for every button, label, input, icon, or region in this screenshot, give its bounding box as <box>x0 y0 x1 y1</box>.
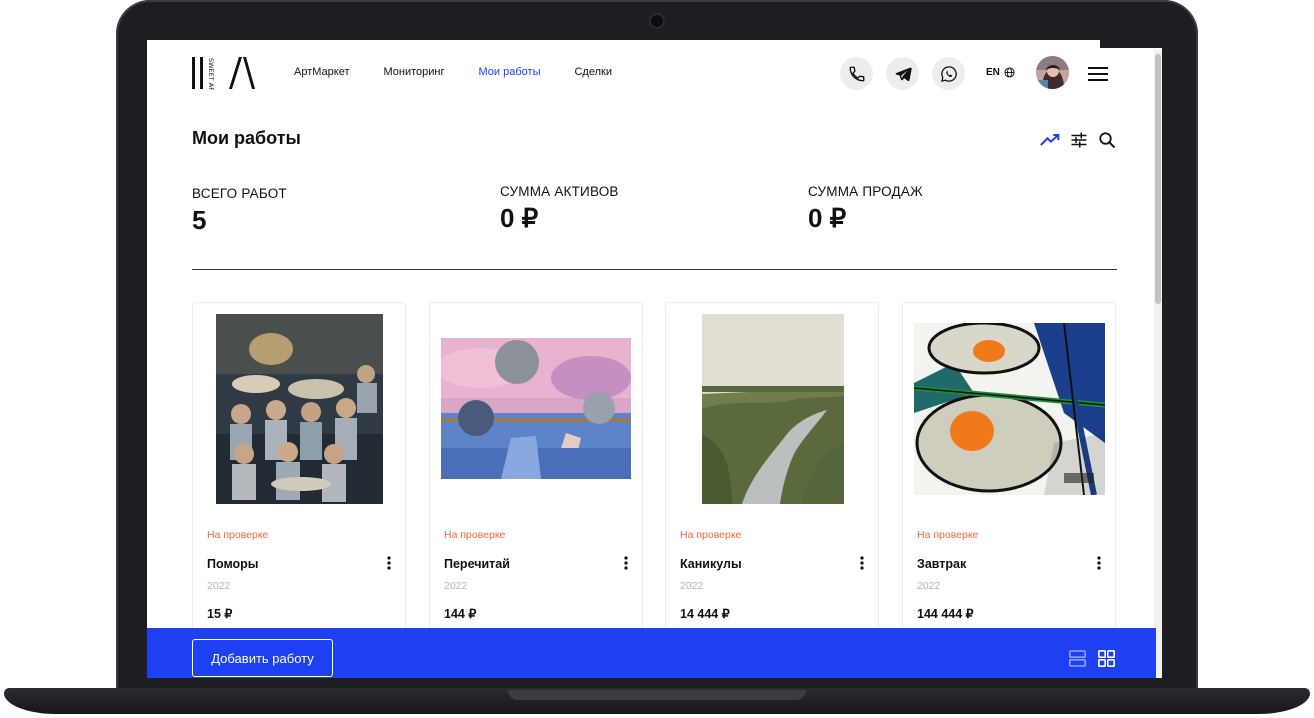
phone-button[interactable] <box>840 57 873 90</box>
logo[interactable]: SWEET ART <box>191 56 255 95</box>
filter-icon[interactable] <box>1070 131 1088 149</box>
more-icon[interactable] <box>387 556 391 570</box>
work-status: На проверке <box>444 529 506 541</box>
avatar[interactable] <box>1036 56 1069 89</box>
work-card[interactable]: На проверке Перечитай 2022 144 ₽ <box>429 302 643 678</box>
logo-text: SWEET ART <box>207 58 215 90</box>
nav-item-artmarket[interactable]: АртМаркет <box>294 66 350 78</box>
scrollbar[interactable] <box>1154 50 1162 678</box>
main-nav: АртМаркет Мониторинг Мои работы Сделки <box>294 66 612 78</box>
telegram-button[interactable] <box>886 57 919 90</box>
stat-value: 0 ₽ <box>500 203 539 233</box>
more-icon[interactable] <box>624 556 628 570</box>
work-year: 2022 <box>444 580 468 592</box>
stat-sales-sum: СУММА ПРОДАЖ 0 ₽ <box>808 184 923 234</box>
camera-icon <box>651 15 663 27</box>
divider <box>192 269 1117 270</box>
work-price: 144 444 ₽ <box>917 607 974 621</box>
work-title[interactable]: Перечитай <box>444 557 510 571</box>
more-icon[interactable] <box>860 556 864 570</box>
list-view-icon[interactable] <box>1069 650 1086 667</box>
stat-label: СУММА ПРОДАЖ <box>808 184 923 199</box>
work-price: 14 444 ₽ <box>680 607 730 621</box>
artwork-image[interactable] <box>702 314 844 504</box>
work-title[interactable]: Завтрак <box>917 557 966 571</box>
screen: SWEET ART АртМаркет Мониторинг Мои работ… <box>147 40 1162 678</box>
work-card[interactable]: На проверке Завтрак 2022 144 444 ₽ <box>902 302 1116 678</box>
work-card[interactable]: На проверке Поморы 2022 15 ₽ <box>192 302 406 678</box>
stat-total-works: ВСЕГО РАБОТ 5 <box>192 186 287 236</box>
work-status: На проверке <box>207 529 269 541</box>
phone-icon <box>849 66 864 81</box>
telegram-icon <box>895 67 912 81</box>
artwork-image[interactable] <box>441 338 631 479</box>
work-title[interactable]: Поморы <box>207 557 258 571</box>
language-switch[interactable]: EN <box>986 67 1015 78</box>
work-status: На проверке <box>917 529 979 541</box>
work-title[interactable]: Каникулы <box>680 557 742 571</box>
nav-item-monitoring[interactable]: Мониторинг <box>384 66 445 78</box>
more-icon[interactable] <box>1097 556 1101 570</box>
artwork-image[interactable] <box>216 314 383 504</box>
menu-icon <box>1088 67 1108 81</box>
work-price: 15 ₽ <box>207 607 233 621</box>
menu-button[interactable] <box>1088 67 1108 81</box>
page-tools <box>1040 131 1116 149</box>
work-status: На проверке <box>680 529 742 541</box>
work-price: 144 ₽ <box>444 607 477 621</box>
whatsapp-icon <box>940 65 957 82</box>
grid-view-icon[interactable] <box>1098 650 1115 667</box>
stat-label: ВСЕГО РАБОТ <box>192 186 287 201</box>
work-year: 2022 <box>207 580 231 592</box>
search-icon[interactable] <box>1098 131 1116 149</box>
nav-item-my-works[interactable]: Мои работы <box>479 66 541 78</box>
nav-item-deals[interactable]: Сделки <box>574 66 612 78</box>
stat-value: 0 ₽ <box>808 203 847 233</box>
work-card[interactable]: На проверке Каникулы 2022 14 444 ₽ <box>665 302 879 678</box>
scroll-thumb[interactable] <box>1155 54 1161 304</box>
artwork-image[interactable] <box>914 323 1105 495</box>
stat-value: 5 <box>192 205 207 235</box>
bottom-action-bar: Добавить работу <box>147 628 1156 678</box>
work-year: 2022 <box>917 580 941 592</box>
stat-assets-sum: СУММА АКТИВОВ 0 ₽ <box>500 184 619 234</box>
language-label: EN <box>986 67 1000 78</box>
laptop-base <box>0 688 1314 718</box>
page-title: Мои работы <box>192 128 301 148</box>
trending-icon[interactable] <box>1040 133 1060 147</box>
add-work-button[interactable]: Добавить работу <box>192 639 333 677</box>
stat-label: СУММА АКТИВОВ <box>500 184 619 199</box>
work-year: 2022 <box>680 580 704 592</box>
globe-icon <box>1004 67 1015 78</box>
whatsapp-button[interactable] <box>932 57 965 90</box>
